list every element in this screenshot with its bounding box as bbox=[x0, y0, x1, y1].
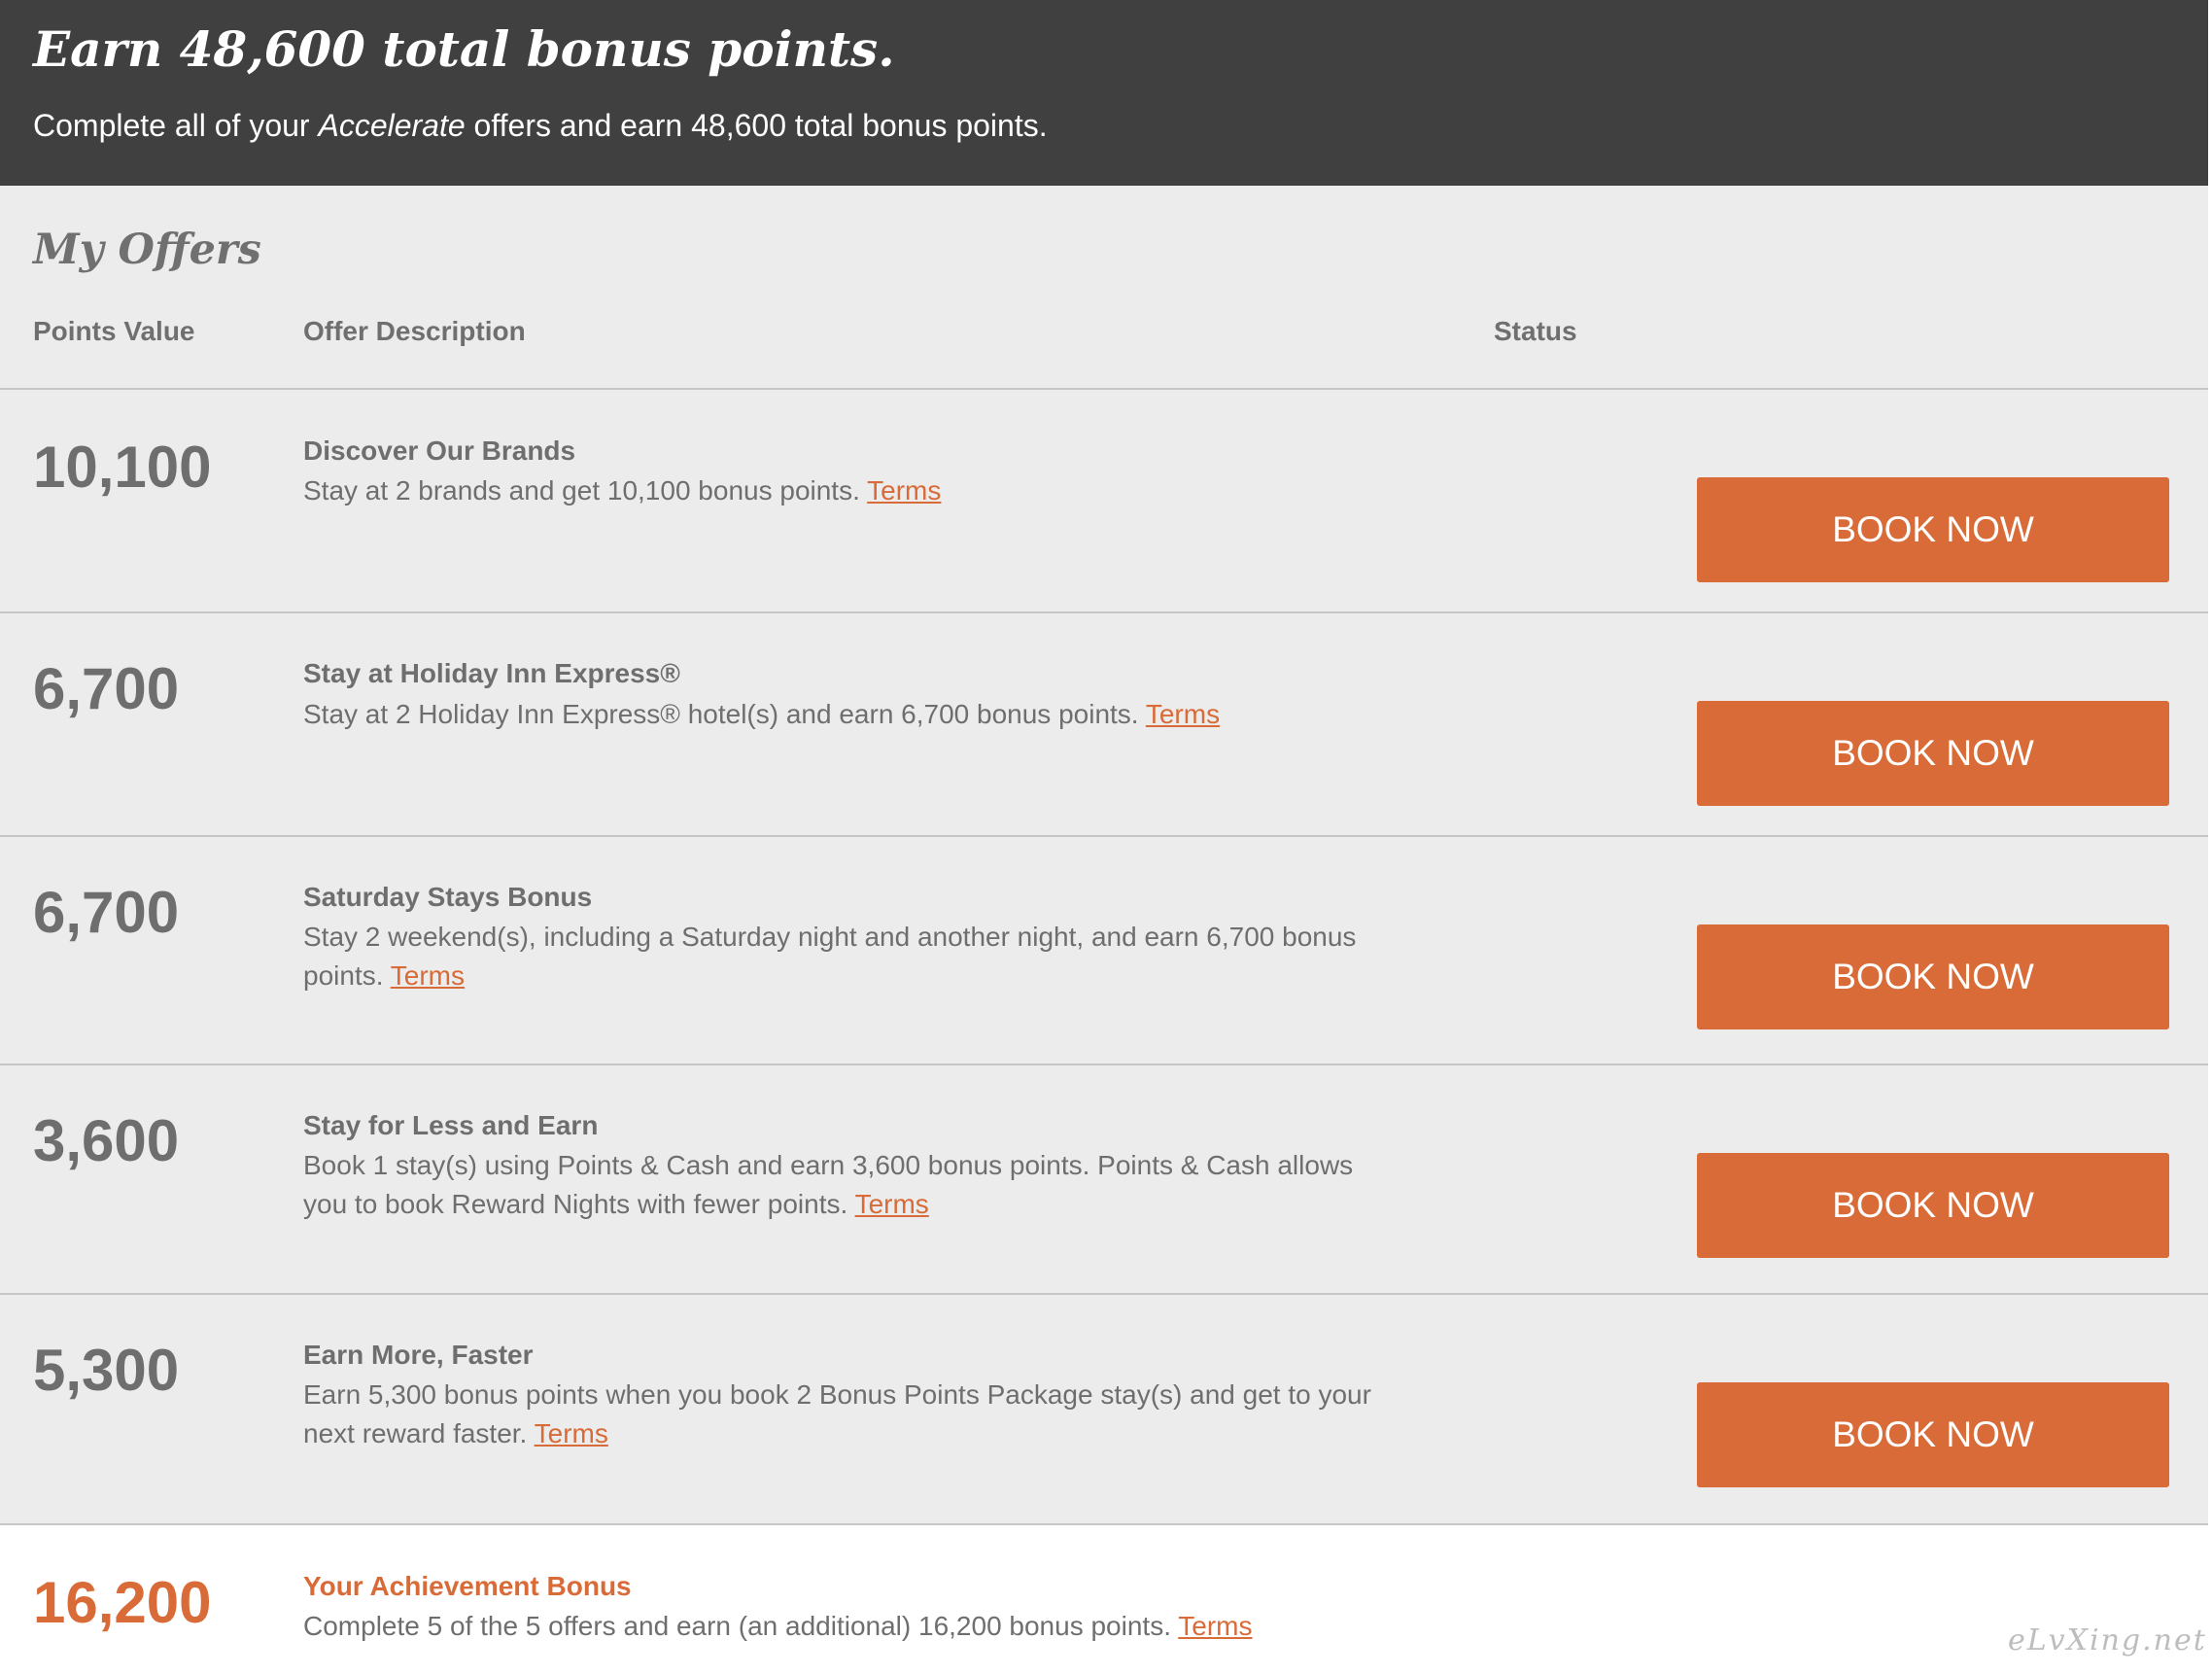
offer-description: Stay at 2 brands and get 10,100 bonus po… bbox=[303, 471, 1392, 510]
offer-row: 6,700 Stay at Holiday Inn Express® Stay … bbox=[0, 613, 2208, 837]
promo-header: Earn 48,600 total bonus points. Complete… bbox=[0, 0, 2208, 186]
offer-description: Book 1 stay(s) using Points & Cash and e… bbox=[303, 1146, 1392, 1224]
offer-description: Earn 5,300 bonus points when you book 2 … bbox=[303, 1376, 1392, 1453]
achievement-points: 16,200 bbox=[33, 1570, 212, 1635]
terms-link[interactable]: Terms bbox=[1146, 699, 1220, 729]
promo-subtitle-program: Accelerate bbox=[318, 108, 466, 143]
offer-title: Discover Our Brands bbox=[303, 436, 576, 466]
promo-subtitle: Complete all of your Accelerate offers a… bbox=[33, 103, 1048, 148]
achievement-description: Complete 5 of the 5 offers and earn (an … bbox=[303, 1607, 1392, 1646]
book-now-button[interactable]: BOOK NOW bbox=[1697, 701, 2169, 806]
column-header-status: Status bbox=[1494, 316, 1577, 346]
book-now-button[interactable]: BOOK NOW bbox=[1697, 1382, 2169, 1487]
offer-row: 10,100 Discover Our Brands Stay at 2 bra… bbox=[0, 390, 2208, 613]
promo-subtitle-start: Complete all of your bbox=[33, 108, 319, 143]
offer-description-text: Book 1 stay(s) using Points & Cash and e… bbox=[303, 1150, 1354, 1219]
offer-description: Stay 2 weekend(s), including a Saturday … bbox=[303, 918, 1392, 995]
achievement-description-text: Complete 5 of the 5 offers and earn (an … bbox=[303, 1611, 1171, 1641]
achievement-title: Your Achievement Bonus bbox=[303, 1571, 632, 1601]
offer-points: 3,600 bbox=[33, 1108, 180, 1173]
offer-row: 5,300 Earn More, Faster Earn 5,300 bonus… bbox=[0, 1295, 2208, 1525]
book-now-button[interactable]: BOOK NOW bbox=[1697, 477, 2169, 582]
offer-points: 6,700 bbox=[33, 656, 180, 721]
offer-points: 5,300 bbox=[33, 1338, 180, 1403]
offer-description-text: Stay at 2 Holiday Inn Express® hotel(s) … bbox=[303, 699, 1139, 729]
watermark: eLvXing.net bbox=[2008, 1623, 2207, 1657]
offer-points: 6,700 bbox=[33, 880, 180, 945]
offer-description-text: Stay at 2 brands and get 10,100 bonus po… bbox=[303, 475, 860, 506]
offer-title: Stay at Holiday Inn Express® bbox=[303, 658, 680, 688]
my-offers-section: My Offers Points Value Offer Description… bbox=[0, 186, 2208, 1525]
terms-link[interactable]: Terms bbox=[867, 475, 941, 506]
column-header-points: Points Value bbox=[33, 316, 195, 346]
book-now-button[interactable]: BOOK NOW bbox=[1697, 1153, 2169, 1258]
terms-link[interactable]: Terms bbox=[535, 1418, 608, 1448]
offer-title: Earn More, Faster bbox=[303, 1340, 534, 1370]
section-title: My Offers bbox=[33, 226, 261, 274]
offer-points: 10,100 bbox=[33, 435, 212, 500]
terms-link[interactable]: Terms bbox=[1178, 1611, 1252, 1641]
book-now-button[interactable]: BOOK NOW bbox=[1697, 924, 2169, 1029]
offer-row: 3,600 Stay for Less and Earn Book 1 stay… bbox=[0, 1065, 2208, 1295]
terms-link[interactable]: Terms bbox=[391, 960, 465, 991]
offer-title: Stay for Less and Earn bbox=[303, 1110, 599, 1140]
terms-link[interactable]: Terms bbox=[855, 1189, 929, 1219]
offer-row: 6,700 Saturday Stays Bonus Stay 2 weeken… bbox=[0, 837, 2208, 1065]
offer-description-text: Earn 5,300 bonus points when you book 2 … bbox=[303, 1379, 1371, 1448]
offer-description: Stay at 2 Holiday Inn Express® hotel(s) … bbox=[303, 695, 1392, 734]
promo-subtitle-end: offers and earn 48,600 total bonus point… bbox=[465, 108, 1048, 143]
page-frame: Earn 48,600 total bonus points. Complete… bbox=[0, 0, 2208, 1674]
column-header-description: Offer Description bbox=[303, 316, 526, 346]
offer-title: Saturday Stays Bonus bbox=[303, 882, 593, 912]
achievement-bonus-row: 16,200 Your Achievement Bonus Complete 5… bbox=[0, 1525, 2208, 1674]
promo-title: Earn 48,600 total bonus points. bbox=[33, 20, 895, 78]
